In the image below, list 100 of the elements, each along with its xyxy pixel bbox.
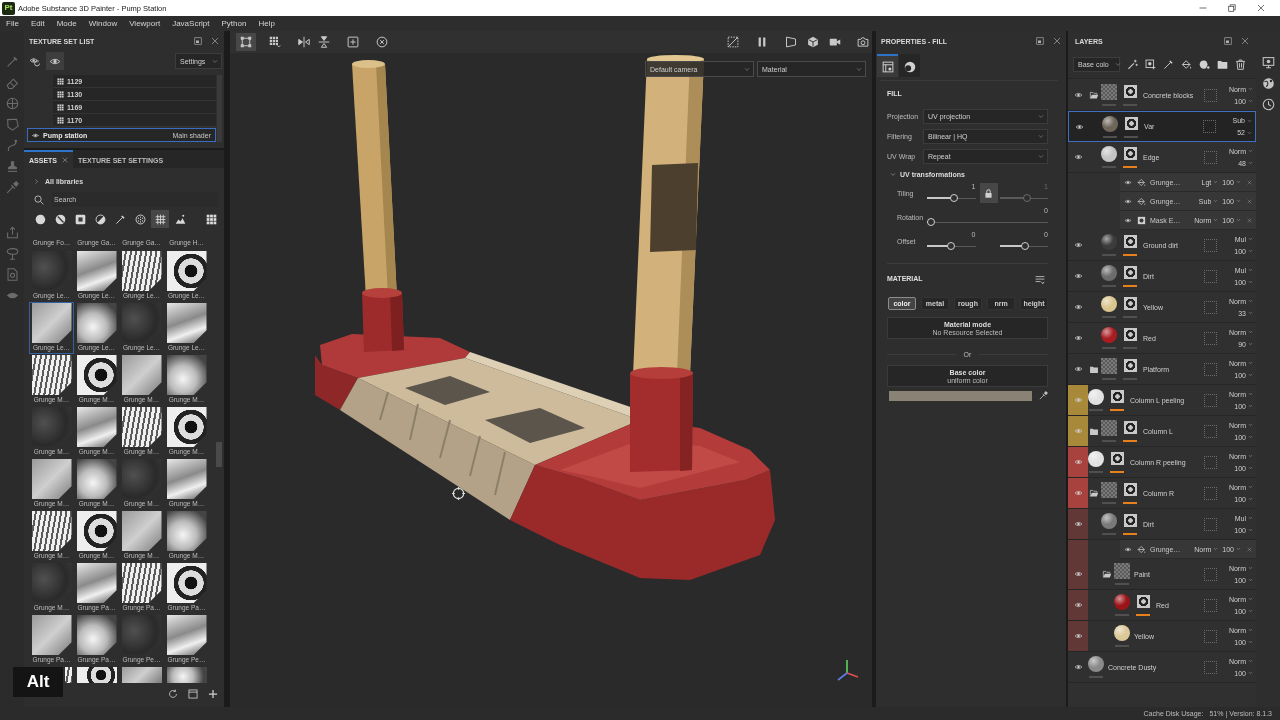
sphere-icon[interactable]	[1261, 77, 1275, 90]
eye-icon[interactable]	[1123, 178, 1133, 186]
export-icon[interactable]	[5, 226, 19, 239]
viewport-tool-button[interactable]	[236, 33, 256, 51]
sphere-thumbnail[interactable]	[1088, 389, 1104, 405]
folder-icon[interactable]	[1089, 364, 1099, 374]
mask-plus-icon[interactable]	[1145, 59, 1156, 70]
sphere-thumbnail[interactable]	[1101, 146, 1117, 162]
eye-icon[interactable]	[1072, 520, 1084, 528]
properties-tab[interactable]	[877, 54, 898, 77]
mask-thumbnail[interactable]	[1123, 235, 1137, 248]
menu-item[interactable]: Help	[258, 19, 275, 28]
sphere-thumbnail[interactable]	[1114, 594, 1130, 610]
mask-thumbnail[interactable]	[1123, 421, 1137, 434]
menu-icon[interactable]	[1035, 275, 1045, 285]
circle-cross-icon[interactable]	[5, 97, 19, 110]
asset-tile[interactable]	[164, 666, 209, 684]
perspective-icon[interactable]	[785, 36, 797, 48]
polygon-icon[interactable]	[5, 118, 19, 131]
video-camera-icon[interactable]	[829, 36, 841, 48]
filter-button[interactable]	[151, 210, 169, 228]
sphere-thumbnail[interactable]	[1088, 656, 1104, 672]
close-icon[interactable]	[62, 157, 68, 163]
eye-icon[interactable]	[1072, 334, 1084, 342]
menu-item[interactable]: Window	[88, 19, 118, 28]
checker-thumbnail[interactable]	[1101, 482, 1117, 498]
mask-thumbnail[interactable]	[1123, 328, 1137, 341]
folder-icon[interactable]	[1217, 59, 1228, 70]
checker-thumbnail[interactable]	[1101, 84, 1117, 100]
cube-icon[interactable]	[807, 36, 819, 48]
asset-tile[interactable]	[64, 666, 74, 684]
folder-icon[interactable]	[1089, 426, 1099, 436]
trash-icon[interactable]	[1235, 59, 1246, 70]
checker-thumbnail[interactable]	[1101, 358, 1117, 374]
eye-icon[interactable]	[1072, 365, 1084, 373]
slider-track[interactable]	[927, 216, 1048, 228]
eye-icon[interactable]	[1072, 303, 1084, 311]
mask-thumbnail[interactable]	[1123, 514, 1137, 527]
wand-icon[interactable]	[1127, 59, 1138, 70]
eye-icon[interactable]	[1072, 241, 1084, 249]
eye-icon[interactable]	[1072, 601, 1084, 609]
stamp-icon[interactable]	[5, 160, 19, 173]
window-icon[interactable]	[1036, 37, 1044, 45]
monitor-icon[interactable]	[1261, 56, 1275, 69]
sphere-thumbnail[interactable]	[1101, 513, 1117, 529]
eye-icon[interactable]	[1072, 570, 1084, 578]
sphere-thumbnail[interactable]	[1088, 451, 1104, 467]
menu-item[interactable]: Python	[221, 19, 247, 28]
close-icon[interactable]	[1241, 37, 1249, 45]
window-icon[interactable]	[1224, 37, 1232, 45]
lock-button[interactable]	[979, 183, 998, 203]
folder-icon[interactable]	[1089, 488, 1099, 498]
mask-thumbnail[interactable]	[1123, 147, 1137, 160]
restore-icon[interactable]	[1228, 4, 1236, 12]
refresh-icon[interactable]	[168, 689, 178, 699]
sphere-thumbnail[interactable]	[1114, 625, 1130, 641]
close-icon[interactable]	[211, 37, 219, 45]
close-icon[interactable]	[1247, 546, 1252, 552]
properties-tab[interactable]	[899, 54, 920, 77]
eye-icon[interactable]	[1072, 632, 1084, 640]
slider-track[interactable]	[927, 240, 976, 252]
mask-thumbnail[interactable]	[1123, 266, 1137, 279]
brush-icon[interactable]	[1163, 59, 1174, 70]
eye-icon[interactable]	[1123, 197, 1133, 205]
document-icon[interactable]	[5, 268, 19, 281]
mask-thumbnail[interactable]	[1136, 595, 1150, 608]
folder-icon[interactable]	[1089, 90, 1099, 100]
hidden-icon[interactable]	[727, 36, 739, 48]
close-icon[interactable]	[1053, 37, 1061, 45]
scrollbar[interactable]	[217, 75, 222, 142]
folder-icon[interactable]	[1102, 569, 1112, 579]
menu-item[interactable]: Edit	[30, 19, 45, 28]
slider-track[interactable]	[999, 240, 1048, 252]
eraser-icon[interactable]	[5, 76, 19, 89]
eye-icon[interactable]	[1072, 91, 1084, 99]
sphere-thumbnail[interactable]	[1101, 234, 1117, 250]
eyedropper-icon[interactable]	[1039, 391, 1048, 400]
menu-item[interactable]: File	[6, 19, 19, 28]
sphere-icon[interactable]	[1199, 59, 1210, 70]
eye-icon[interactable]	[1072, 153, 1084, 161]
mask-thumbnail[interactable]	[1123, 297, 1137, 310]
mask-thumbnail[interactable]	[1123, 85, 1137, 98]
sphere-thumbnail[interactable]	[1102, 115, 1118, 132]
mask-thumbnail[interactable]	[1123, 359, 1137, 372]
mask-thumbnail[interactable]	[1123, 483, 1137, 496]
sphere-thumbnail[interactable]	[1101, 327, 1117, 343]
asset-tile[interactable]	[74, 666, 119, 684]
eye-icon[interactable]	[1072, 272, 1084, 280]
bucket-icon[interactable]	[1181, 59, 1192, 70]
eye-icon[interactable]	[1123, 216, 1133, 224]
close-icon[interactable]	[1247, 217, 1252, 223]
sphere-thumbnail[interactable]	[1101, 265, 1117, 281]
disc-stand-icon[interactable]	[5, 247, 19, 260]
checker-thumbnail[interactable]	[1101, 420, 1117, 436]
menu-item[interactable]: Viewport	[129, 19, 161, 28]
eye-icon[interactable]	[1123, 545, 1133, 553]
asset-tile[interactable]	[119, 666, 164, 684]
pause-icon[interactable]	[756, 36, 768, 48]
color-swatch[interactable]	[889, 390, 1032, 401]
window-icon[interactable]	[194, 37, 202, 45]
